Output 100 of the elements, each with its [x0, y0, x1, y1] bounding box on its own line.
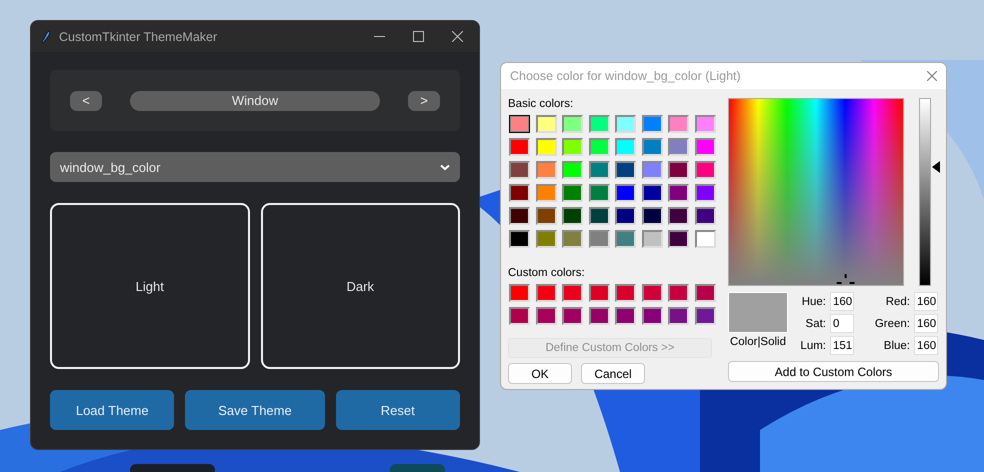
color-spectrum[interactable] [728, 98, 904, 286]
luminance-slider-arrow[interactable] [932, 161, 940, 173]
color-swatch[interactable] [615, 207, 636, 225]
cancel-button[interactable]: Cancel [581, 363, 645, 384]
color-swatch[interactable] [694, 138, 716, 156]
color-swatch[interactable] [509, 184, 530, 202]
feather-icon [41, 30, 51, 44]
color-swatch[interactable] [642, 307, 662, 325]
color-swatch[interactable] [562, 161, 583, 179]
color-swatch[interactable] [615, 115, 636, 133]
color-swatch[interactable] [536, 138, 556, 156]
color-swatch[interactable] [562, 138, 583, 156]
color-swatch[interactable] [536, 115, 556, 133]
color-swatch[interactable] [536, 161, 556, 179]
luminance-bar[interactable] [919, 98, 931, 286]
property-dropdown[interactable]: window_bg_color [50, 152, 460, 182]
color-swatch[interactable] [509, 307, 530, 325]
value-field[interactable]: 160 [914, 292, 938, 311]
color-swatch[interactable] [536, 230, 556, 248]
color-swatch[interactable] [642, 161, 662, 179]
color-swatch[interactable] [562, 230, 583, 248]
field-label: Lum: [799, 340, 826, 352]
color-swatch[interactable] [668, 161, 689, 179]
value-field[interactable]: 160 [830, 292, 854, 311]
color-preview[interactable]: Light [50, 203, 250, 369]
color-swatch[interactable] [615, 230, 636, 248]
color-preview[interactable]: Dark [260, 203, 460, 369]
theme-button[interactable]: Reset [336, 390, 460, 430]
color-swatch[interactable] [694, 184, 716, 202]
color-swatch[interactable] [536, 307, 556, 325]
color-swatch[interactable] [562, 207, 583, 225]
color-swatch[interactable] [668, 284, 689, 302]
color-swatch[interactable] [642, 230, 662, 248]
field-label: Hue: [800, 296, 826, 308]
color-swatch[interactable] [588, 307, 610, 325]
window-title: CustomTkinter ThemeMaker [59, 30, 218, 44]
maximize-icon[interactable] [413, 31, 424, 42]
custom-colors-label: Custom colors: [508, 267, 586, 279]
color-swatch[interactable] [562, 184, 583, 202]
color-swatch[interactable] [615, 138, 636, 156]
color-swatch[interactable] [615, 161, 636, 179]
color-swatch[interactable] [615, 307, 636, 325]
color-swatch[interactable] [694, 307, 716, 325]
field-label: Blue: [882, 340, 910, 352]
value-field[interactable]: 151 [830, 336, 854, 355]
color-swatch[interactable] [615, 184, 636, 202]
selected-color-preview [728, 292, 788, 333]
field-label: Green: [874, 318, 910, 330]
color-swatch[interactable] [562, 307, 583, 325]
color-swatch[interactable] [668, 207, 689, 225]
color-swatch[interactable] [509, 207, 530, 225]
color-swatch[interactable] [588, 284, 610, 302]
color-swatch[interactable] [668, 184, 689, 202]
color-swatch[interactable] [642, 184, 662, 202]
color-swatch[interactable] [562, 115, 583, 133]
color-swatch[interactable] [642, 115, 662, 133]
color-swatch[interactable] [615, 284, 636, 302]
chevron-down-icon [440, 164, 450, 170]
color-swatch[interactable] [509, 115, 530, 133]
color-swatch[interactable] [694, 284, 716, 302]
color-swatch[interactable] [694, 230, 716, 248]
color-swatch[interactable] [642, 138, 662, 156]
color-swatch[interactable] [668, 230, 689, 248]
color-swatch[interactable] [694, 207, 716, 225]
field-label: Sat: [804, 318, 826, 330]
color-solid-label: Color|Solid [730, 336, 786, 348]
color-swatch[interactable] [642, 207, 662, 225]
color-swatch[interactable] [588, 207, 610, 225]
color-swatch[interactable] [509, 161, 530, 179]
next-button[interactable]: > [408, 90, 440, 110]
color-swatch[interactable] [562, 284, 583, 302]
add-to-custom-colors-button[interactable]: Add to Custom Colors [728, 361, 939, 382]
value-field[interactable]: 160 [914, 314, 938, 333]
color-swatch[interactable] [668, 138, 689, 156]
value-field[interactable]: 160 [914, 336, 938, 355]
color-swatch[interactable] [588, 138, 610, 156]
color-swatch[interactable] [642, 284, 662, 302]
theme-button[interactable]: Save Theme [185, 390, 325, 430]
color-swatch[interactable] [588, 161, 610, 179]
value-field[interactable]: 0 [830, 314, 854, 333]
color-swatch[interactable] [668, 115, 689, 133]
color-swatch[interactable] [509, 138, 530, 156]
field-label: Red: [884, 296, 910, 308]
color-swatch[interactable] [536, 207, 556, 225]
color-swatch[interactable] [588, 115, 610, 133]
color-swatch[interactable] [588, 184, 610, 202]
color-swatch[interactable] [694, 115, 716, 133]
ok-button[interactable]: OK [508, 363, 572, 384]
color-swatch[interactable] [668, 307, 689, 325]
color-swatch[interactable] [694, 161, 716, 179]
color-swatch[interactable] [509, 230, 530, 248]
color-swatch[interactable] [588, 230, 610, 248]
color-swatch[interactable] [536, 184, 556, 202]
close-icon[interactable] [452, 31, 463, 42]
crosshair-icon [836, 274, 855, 284]
color-swatch[interactable] [509, 284, 530, 302]
previous-button[interactable]: < [70, 90, 102, 110]
close-icon[interactable] [927, 71, 937, 81]
theme-button[interactable]: Load Theme [50, 390, 174, 430]
color-swatch[interactable] [536, 284, 556, 302]
